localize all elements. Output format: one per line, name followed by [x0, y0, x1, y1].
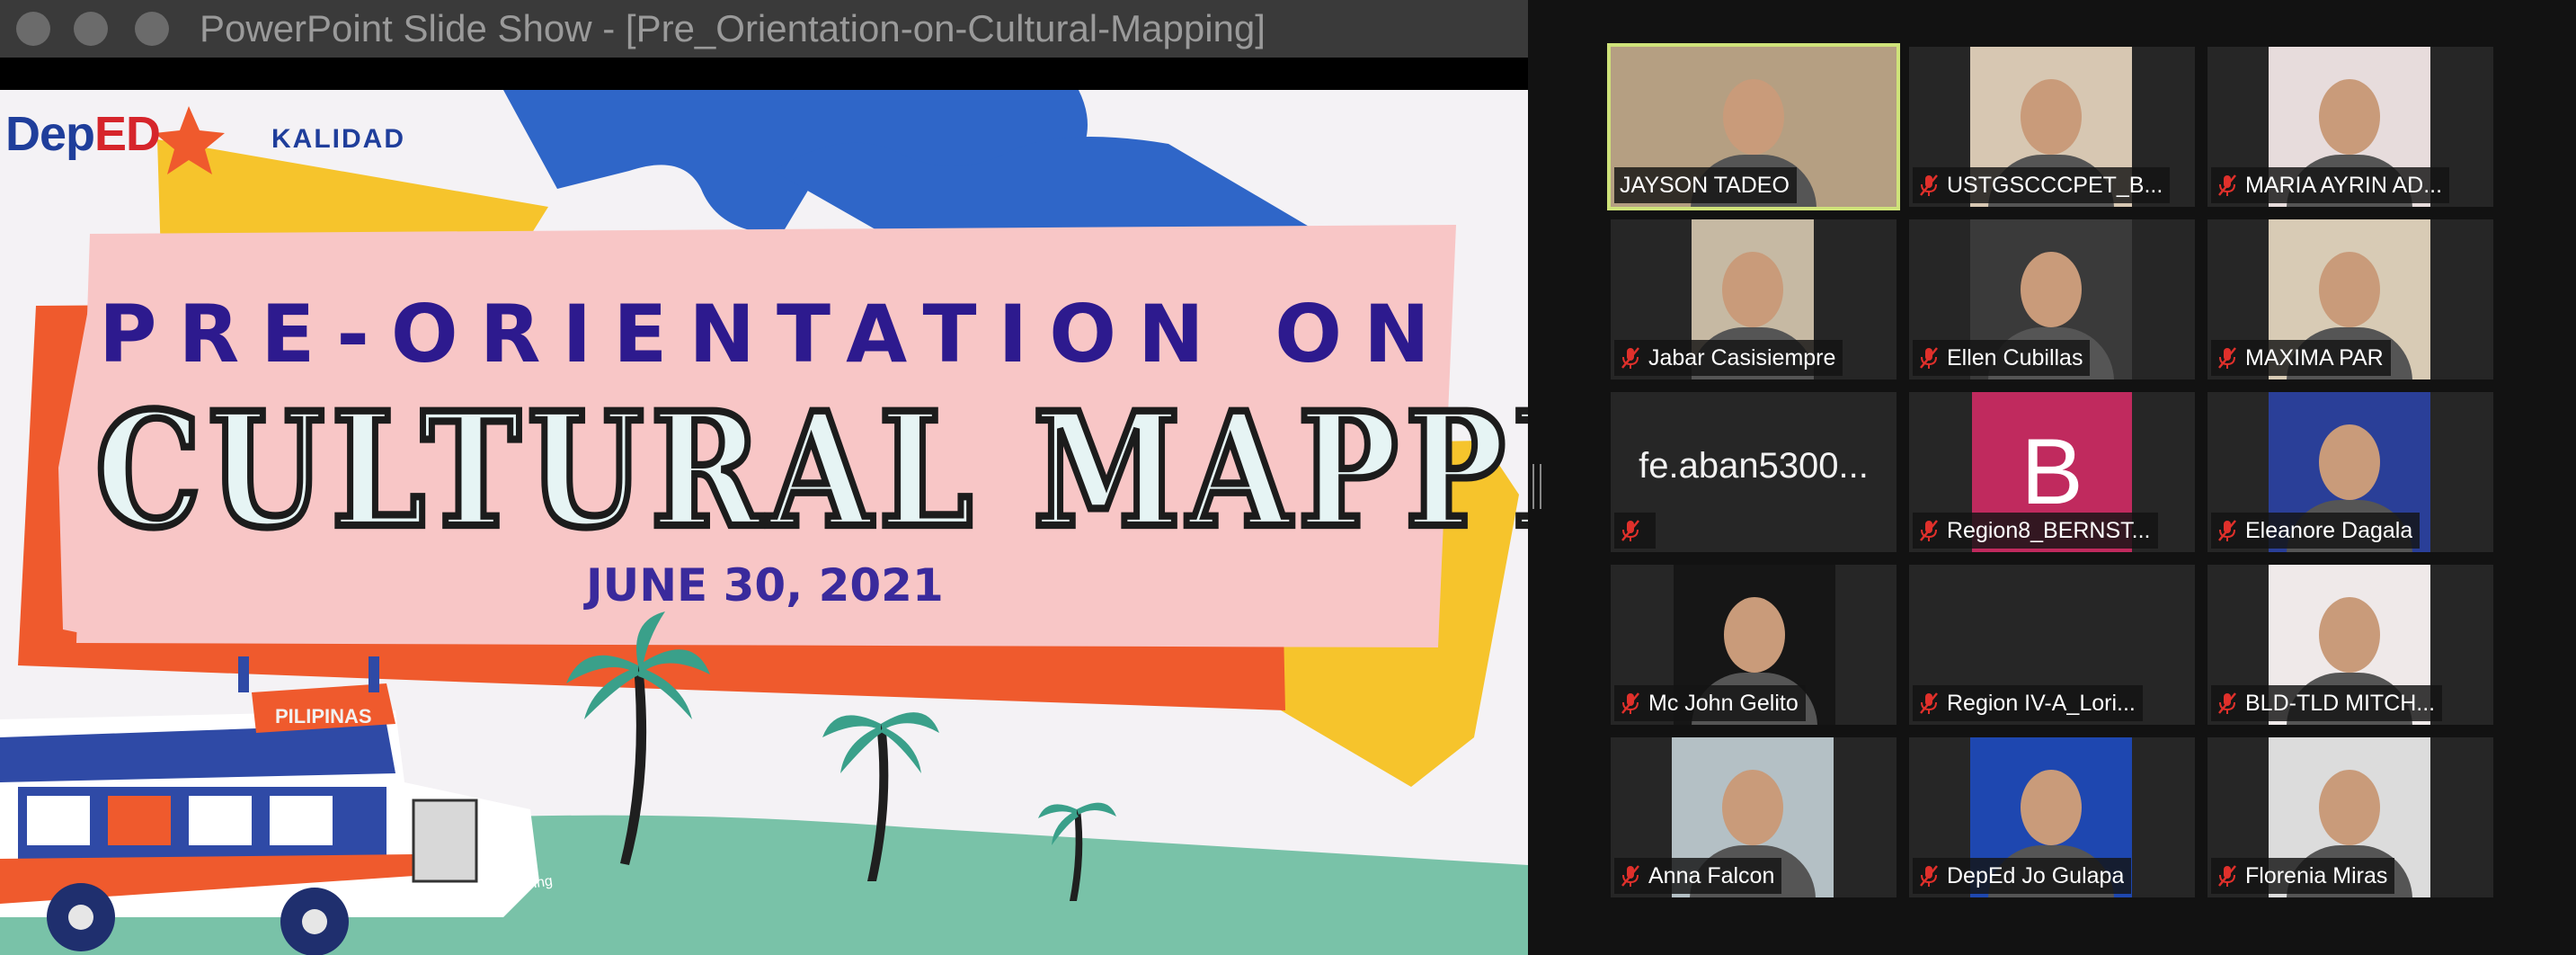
- slide-title-line1: PRE-ORIENTATION ON: [99, 288, 1452, 380]
- close-window-button[interactable]: [16, 12, 50, 46]
- muted-mic-icon: [1920, 347, 1938, 369]
- muted-mic-icon: [2218, 865, 2236, 887]
- participant-tile[interactable]: DepEd Jo Gulapa: [1909, 737, 2195, 897]
- participant-name: MARIA AYRIN AD...: [2245, 172, 2443, 198]
- participant-name: JAYSON TADEO: [1620, 172, 1790, 198]
- split-view-divider-handle[interactable]: [1532, 464, 1541, 509]
- participant-name: Region IV-A_Lori...: [1947, 690, 2136, 716]
- maximize-window-button[interactable]: [135, 12, 169, 46]
- participant-tile[interactable]: Mc John Gelito: [1611, 565, 1896, 725]
- participant-name-label: Florenia Miras: [2211, 858, 2395, 894]
- participant-name-label: JAYSON TADEO: [1614, 167, 1797, 203]
- jeepney-illustration: [0, 656, 539, 955]
- muted-mic-icon: [1621, 865, 1639, 887]
- participant-name: Florenia Miras: [2245, 862, 2388, 888]
- participant-name-label: Region8_BERNST...: [1913, 513, 2158, 549]
- participant-name: Ellen Cubillas: [1947, 344, 2083, 370]
- participant-name-label: BLD-TLD MITCH...: [2211, 685, 2443, 721]
- slide-canvas[interactable]: DepED KALIDAD PRE-ORIENTATION ON CULTURA…: [0, 90, 1528, 955]
- slide-date: JUNE 30, 2021: [586, 559, 944, 611]
- participant-name-label: Region IV-A_Lori...: [1913, 685, 2143, 721]
- participant-name: DepEd Jo Gulapa: [1947, 862, 2125, 888]
- participant-name: Eleanore Dagala: [2245, 517, 2413, 543]
- participant-tile[interactable]: BLD-TLD MITCH...: [2207, 565, 2493, 725]
- muted-mic-icon: [1621, 520, 1639, 541]
- muted-mic-icon: [1920, 174, 1938, 196]
- participant-tile[interactable]: fe.aban5300...: [1611, 392, 1896, 552]
- participant-name-label: MARIA AYRIN AD...: [2211, 167, 2450, 203]
- muted-mic-icon: [2218, 692, 2236, 714]
- participant-tile[interactable]: JAYSON TADEO: [1607, 43, 1900, 210]
- minimize-window-button[interactable]: [74, 12, 108, 46]
- participant-name: Region8_BERNST...: [1947, 517, 2151, 543]
- participant-tile[interactable]: MARIA AYRIN AD...: [2207, 47, 2493, 207]
- muted-mic-icon: [2218, 174, 2236, 196]
- window-titlebar[interactable]: PowerPoint Slide Show - [Pre_Orientation…: [0, 0, 1528, 58]
- muted-mic-icon: [1920, 865, 1938, 887]
- participant-tile[interactable]: Florenia Miras: [2207, 737, 2493, 897]
- participant-name-label: MAXIMA PAR: [2211, 340, 2391, 376]
- slide-title-line2: CULTURAL MAPPING: [93, 374, 1528, 567]
- muted-mic-icon: [2218, 520, 2236, 541]
- muted-mic-icon: [1920, 692, 1938, 714]
- muted-mic-icon: [1621, 347, 1639, 369]
- participant-name: BLD-TLD MITCH...: [2245, 690, 2436, 716]
- participant-name-label: Mc John Gelito: [1614, 685, 1806, 721]
- participant-tile[interactable]: Jabar Casisiempre: [1611, 219, 1896, 379]
- muted-mic-icon: [2218, 347, 2236, 369]
- muted-mic-icon: [1920, 520, 1938, 541]
- participant-name-label: Anna Falcon: [1614, 858, 1782, 894]
- participant-tile[interactable]: MAXIMA PAR: [2207, 219, 2493, 379]
- participant-name-label: [1614, 513, 1656, 549]
- participant-tile[interactable]: Ellen Cubillas: [1909, 219, 2195, 379]
- participant-tile[interactable]: Eleanore Dagala: [2207, 392, 2493, 552]
- jeepney-sign: PILIPINAS: [275, 705, 372, 727]
- participant-name: Mc John Gelito: [1648, 690, 1799, 716]
- participant-name: Anna Falcon: [1648, 862, 1775, 888]
- participant-name-label: Jabar Casisiempre: [1614, 340, 1843, 376]
- participant-display-name: fe.aban5300...: [1639, 446, 1869, 486]
- participant-tile[interactable]: USTGSCCCPET_B...: [1909, 47, 2195, 207]
- participant-name-label: Ellen Cubillas: [1913, 340, 2091, 376]
- participant-tile[interactable]: B Region8_BERNST...: [1909, 392, 2195, 552]
- kalidad-logo: KALIDAD: [271, 124, 405, 154]
- participant-name: Jabar Casisiempre: [1648, 344, 1836, 370]
- participant-name-label: Eleanore Dagala: [2211, 513, 2421, 549]
- participant-tile[interactable]: Anna Falcon: [1611, 737, 1896, 897]
- participant-name-label: USTGSCCCPET_B...: [1913, 167, 2171, 203]
- participant-name: USTGSCCCPET_B...: [1947, 172, 2163, 198]
- participant-name: MAXIMA PAR: [2245, 344, 2384, 370]
- participant-name-label: DepEd Jo Gulapa: [1913, 858, 2132, 894]
- window-title: PowerPoint Slide Show - [Pre_Orientation…: [200, 7, 1266, 49]
- slide-top-border: [0, 58, 1528, 90]
- powerpoint-window: PowerPoint Slide Show - [Pre_Orientation…: [0, 0, 1528, 955]
- participant-tile[interactable]: Region IV-A_Lori...: [1909, 565, 2195, 725]
- deped-logo: DepED: [5, 107, 161, 161]
- muted-mic-icon: [1621, 692, 1639, 714]
